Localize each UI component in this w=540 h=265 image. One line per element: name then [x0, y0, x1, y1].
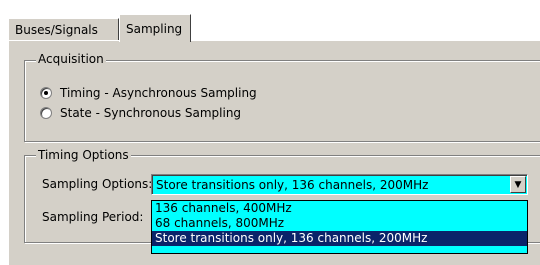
- tab-sampling-label: Sampling: [126, 21, 183, 36]
- dropdown-item[interactable]: 136 channels, 400MHz: [152, 201, 527, 216]
- tab-buses-signals-label: Buses/Signals: [15, 22, 98, 37]
- acquisition-group-title: Acquisition: [36, 52, 106, 66]
- dropdown-item-selected[interactable]: Store transitions only, 136 channels, 20…: [152, 231, 527, 246]
- acquisition-group: [24, 60, 540, 142]
- state-sync-option[interactable]: State - Synchronous Sampling: [40, 106, 241, 120]
- sampling-options-label: Sampling Options:: [42, 177, 153, 191]
- sampling-period-label: Sampling Period:: [42, 210, 144, 224]
- sampling-options-combobox[interactable]: Store transitions only, 136 channels, 20…: [151, 174, 528, 195]
- canvas: Buses/Signals Sampling Acquisition Timin…: [0, 0, 540, 265]
- sampling-options-dropdown-list[interactable]: 136 channels, 400MHz 68 channels, 800MHz…: [151, 200, 528, 254]
- timing-options-group-title: Timing Options: [36, 148, 131, 162]
- dropdown-button[interactable]: ▼: [510, 176, 526, 193]
- tab-buses-signals[interactable]: Buses/Signals: [8, 18, 119, 40]
- chevron-down-icon: ▼: [514, 179, 522, 190]
- tab-strip-divider: [8, 40, 540, 41]
- timing-async-radio[interactable]: [40, 87, 52, 99]
- state-sync-radio[interactable]: [40, 107, 52, 119]
- sampling-options-value: Store transitions only, 136 channels, 20…: [156, 177, 429, 192]
- timing-async-option[interactable]: Timing - Asynchronous Sampling: [40, 86, 257, 100]
- tab-sampling[interactable]: Sampling: [119, 14, 191, 42]
- timing-async-label: Timing - Asynchronous Sampling: [60, 86, 257, 100]
- state-sync-label: State - Synchronous Sampling: [60, 106, 242, 120]
- dropdown-item[interactable]: 68 channels, 800MHz: [152, 216, 527, 231]
